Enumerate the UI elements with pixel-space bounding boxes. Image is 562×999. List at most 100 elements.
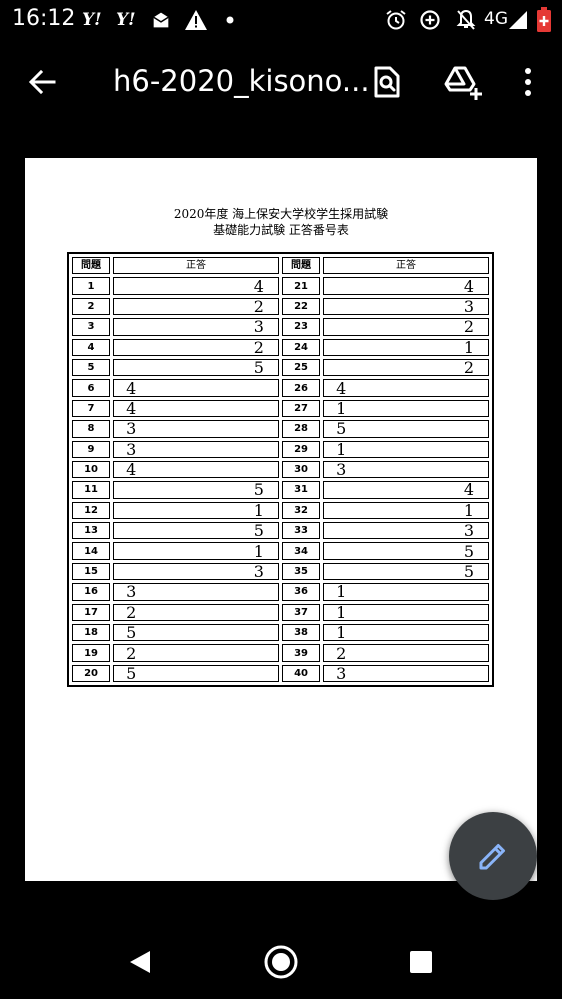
question-number: 3 bbox=[72, 318, 111, 336]
answer-cell: 5 bbox=[113, 664, 279, 683]
answer-cell: 2 bbox=[113, 297, 279, 316]
table-row: 4 2 24 1 bbox=[72, 338, 489, 356]
answer-cell: 4 bbox=[113, 460, 279, 479]
answer-cell: 4 bbox=[323, 277, 489, 295]
answer-cell: 5 bbox=[113, 481, 279, 499]
document-subheading: 基礎能力試験 正答番号表 bbox=[213, 223, 349, 237]
question-number: 17 bbox=[72, 603, 111, 622]
answer-cell: 3 bbox=[323, 522, 489, 540]
question-number: 13 bbox=[72, 522, 111, 540]
nav-recents-icon bbox=[410, 951, 432, 973]
question-number: 21 bbox=[281, 277, 321, 295]
question-number: 35 bbox=[281, 562, 321, 581]
answer-cell: 5 bbox=[323, 420, 489, 438]
navigation-bar bbox=[0, 920, 562, 999]
answer-cell: 2 bbox=[113, 644, 279, 662]
table-row: 9 3 29 1 bbox=[72, 440, 489, 458]
mail-icon bbox=[150, 8, 172, 32]
edit-pencil-icon bbox=[479, 844, 505, 870]
table-row: 3 3 23 2 bbox=[72, 318, 489, 336]
network-type: 4G bbox=[484, 9, 508, 29]
table-row: 6 4 26 4 bbox=[72, 379, 489, 397]
table-row: 10 4 30 3 bbox=[72, 460, 489, 479]
question-number: 23 bbox=[281, 318, 321, 336]
question-number: 7 bbox=[72, 399, 111, 418]
answer-cell: 1 bbox=[323, 399, 489, 418]
question-number: 5 bbox=[72, 358, 111, 377]
battery-icon bbox=[536, 7, 552, 32]
app-bar: h6-2020_kisono... bbox=[0, 40, 562, 124]
question-number: 28 bbox=[281, 420, 321, 438]
answer-cell: 2 bbox=[323, 358, 489, 377]
answer-cell: 1 bbox=[323, 501, 489, 520]
question-number: 20 bbox=[72, 664, 111, 683]
question-number: 18 bbox=[72, 624, 111, 642]
table-row: 11 5 31 4 bbox=[72, 481, 489, 499]
table-row: 18 5 38 1 bbox=[72, 624, 489, 642]
answer-cell: 4 bbox=[113, 277, 279, 295]
answer-cell: 5 bbox=[323, 542, 489, 560]
answer-cell: 3 bbox=[323, 664, 489, 683]
add-to-drive-icon bbox=[444, 66, 482, 100]
table-row: 15 3 35 5 bbox=[72, 562, 489, 581]
answer-cell: 2 bbox=[113, 338, 279, 356]
answer-cell: 1 bbox=[323, 583, 489, 601]
question-number: 19 bbox=[72, 644, 111, 662]
table-row: 12 1 32 1 bbox=[72, 501, 489, 520]
warning-icon bbox=[184, 8, 208, 32]
question-number: 25 bbox=[281, 358, 321, 377]
document-title: h6-2020_kisono... bbox=[113, 64, 370, 98]
header-question: 問題 bbox=[72, 257, 111, 275]
question-number: 29 bbox=[281, 440, 321, 458]
nav-back-icon bbox=[130, 951, 150, 973]
question-number: 8 bbox=[72, 420, 111, 438]
answer-cell: 5 bbox=[113, 358, 279, 377]
table-row: 20 5 40 3 bbox=[72, 664, 489, 683]
question-number: 31 bbox=[281, 481, 321, 499]
answer-cell: 5 bbox=[323, 562, 489, 581]
answer-cell: 3 bbox=[323, 297, 489, 316]
answer-cell: 1 bbox=[323, 338, 489, 356]
answer-cell: 4 bbox=[113, 379, 279, 397]
answer-table: 問題 正答 問題 正答 1 4 21 4 2 2 22 3 3 3 23 2 4 2 24 1 5 5 25 2 6 4 2… bbox=[67, 252, 494, 688]
back-arrow-icon bbox=[28, 69, 56, 95]
question-number: 30 bbox=[281, 460, 321, 479]
table-row: 19 2 39 2 bbox=[72, 644, 489, 662]
answer-rows: 1 4 21 4 2 2 22 3 3 3 23 2 4 2 24 1 5 5 25 2 6 4 26 4 7 4 27 1 8 3 28 5… bbox=[72, 277, 489, 683]
question-number: 10 bbox=[72, 460, 111, 479]
question-number: 6 bbox=[72, 379, 111, 397]
answer-cell: 2 bbox=[323, 318, 489, 336]
more-options-button[interactable] bbox=[508, 62, 548, 102]
question-number: 14 bbox=[72, 542, 111, 560]
answer-cell: 5 bbox=[113, 624, 279, 642]
nav-recents-button[interactable] bbox=[401, 942, 441, 982]
alarm-icon bbox=[384, 8, 408, 32]
question-number: 22 bbox=[281, 297, 321, 316]
question-number: 16 bbox=[72, 583, 111, 601]
table-row: 14 1 34 5 bbox=[72, 542, 489, 560]
question-number: 33 bbox=[281, 522, 321, 540]
answer-cell: 3 bbox=[113, 562, 279, 581]
back-button[interactable] bbox=[22, 62, 62, 102]
question-number: 12 bbox=[72, 501, 111, 520]
status-time: 16:12 bbox=[12, 6, 76, 31]
status-bar: 16:12 Y! Y! 4G bbox=[0, 0, 562, 40]
find-in-page-icon bbox=[374, 66, 400, 98]
nav-home-button[interactable] bbox=[261, 942, 301, 982]
find-in-page-button[interactable] bbox=[366, 62, 406, 102]
table-row: 16 3 36 1 bbox=[72, 583, 489, 601]
question-number: 4 bbox=[72, 338, 111, 356]
edit-fab-button[interactable] bbox=[449, 812, 537, 900]
question-number: 38 bbox=[281, 624, 321, 642]
answer-cell: 4 bbox=[323, 379, 489, 397]
answer-cell: 1 bbox=[113, 501, 279, 520]
answer-cell: 1 bbox=[323, 603, 489, 622]
nav-back-button[interactable] bbox=[120, 942, 160, 982]
data-saver-icon bbox=[418, 8, 442, 32]
table-header-row: 問題 正答 問題 正答 bbox=[72, 257, 489, 275]
header-question: 問題 bbox=[281, 257, 321, 275]
add-to-drive-button[interactable] bbox=[442, 62, 482, 102]
table-row: 2 2 22 3 bbox=[72, 297, 489, 316]
question-number: 24 bbox=[281, 338, 321, 356]
answer-cell: 5 bbox=[113, 522, 279, 540]
